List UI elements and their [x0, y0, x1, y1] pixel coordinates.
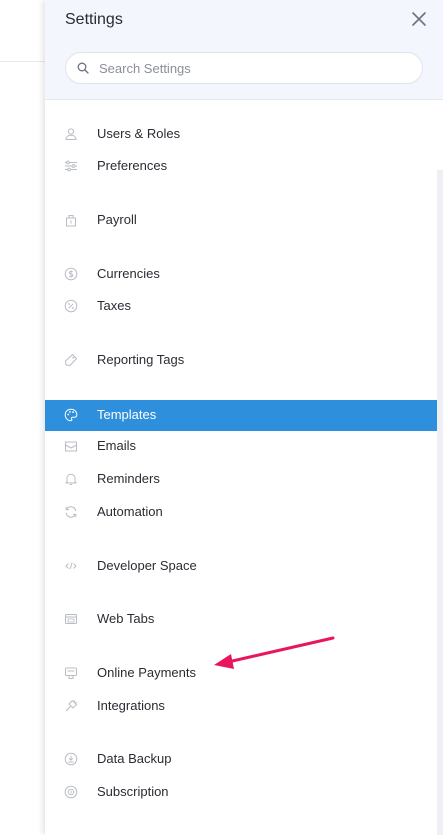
- background-divider: [0, 61, 45, 62]
- search-input[interactable]: [99, 53, 409, 83]
- menu-item-label: Payroll: [97, 212, 137, 227]
- close-icon: [412, 12, 426, 26]
- menu-item-payroll[interactable]: Payroll: [45, 206, 437, 234]
- menu-item-users-roles[interactable]: Users & Roles: [45, 120, 437, 148]
- backup-icon: [64, 752, 78, 766]
- bell-icon: [65, 473, 77, 485]
- code-icon: [65, 562, 77, 570]
- menu-item-currencies[interactable]: Currencies: [45, 260, 437, 288]
- payment-terminal-icon: [65, 667, 77, 679]
- menu-item-online-payments[interactable]: Online Payments: [45, 659, 437, 687]
- menu-item-label: Data Backup: [97, 751, 172, 766]
- menu-item-subscription[interactable]: Subscription: [45, 778, 437, 806]
- menu-item-emails[interactable]: Emails: [45, 432, 437, 460]
- menu-item-web-tabs[interactable]: Web Tabs: [45, 605, 437, 633]
- mail-icon: [65, 441, 77, 452]
- menu-item-data-backup[interactable]: Data Backup: [45, 745, 437, 773]
- palette-icon: [64, 408, 78, 422]
- menu-item-label: Automation: [97, 504, 163, 519]
- menu-item-label: Currencies: [97, 266, 160, 281]
- menu-item-label: Reminders: [97, 471, 160, 486]
- menu-item-label: Users & Roles: [97, 126, 181, 141]
- menu-item-label: Templates: [97, 407, 157, 422]
- menu-item-label: Reporting Tags: [97, 352, 185, 367]
- payroll-icon: [66, 215, 76, 227]
- menu-item-label: Web Tabs: [97, 611, 155, 626]
- sliders-icon: [65, 160, 77, 172]
- menu-item-developer-space[interactable]: Developer Space: [45, 552, 437, 580]
- menu-item-label: Integrations: [97, 698, 165, 713]
- settings-menu: Users & Roles Preferences Payroll Curren…: [45, 99, 437, 835]
- menu-item-automation[interactable]: Automation: [45, 498, 437, 526]
- users-icon: [65, 128, 77, 140]
- refresh-icon: [65, 506, 77, 518]
- menu-item-label: Subscription: [97, 784, 169, 799]
- menu-item-label: Emails: [97, 438, 137, 453]
- plug-icon: [65, 700, 77, 712]
- settings-panel: Settings Users & Roles: [45, 0, 443, 835]
- menu-item-integrations[interactable]: Integrations: [45, 692, 437, 720]
- menu-item-preferences[interactable]: Preferences: [45, 152, 437, 180]
- panel-header: Settings: [45, 0, 443, 100]
- panel-title: Settings: [65, 11, 123, 28]
- search-box[interactable]: [65, 52, 423, 84]
- menu-item-reporting-tags[interactable]: Reporting Tags: [45, 346, 437, 374]
- search-icon: [77, 62, 89, 74]
- menu-item-templates[interactable]: Templates: [45, 400, 437, 431]
- scrollbar-track[interactable]: [437, 170, 443, 835]
- browser-tab-icon: [65, 614, 77, 624]
- close-button[interactable]: [409, 9, 429, 29]
- menu-item-taxes[interactable]: Taxes: [45, 292, 437, 320]
- menu-item-label: Preferences: [97, 158, 168, 173]
- tag-icon: [65, 354, 77, 366]
- currency-icon: [64, 267, 78, 281]
- percent-icon: [64, 299, 78, 313]
- subscription-icon: [64, 785, 78, 799]
- menu-item-label: Online Payments: [97, 665, 196, 680]
- menu-item-label: Developer Space: [97, 558, 197, 573]
- menu-item-reminders[interactable]: Reminders: [45, 465, 437, 493]
- menu-item-label: Taxes: [97, 298, 131, 313]
